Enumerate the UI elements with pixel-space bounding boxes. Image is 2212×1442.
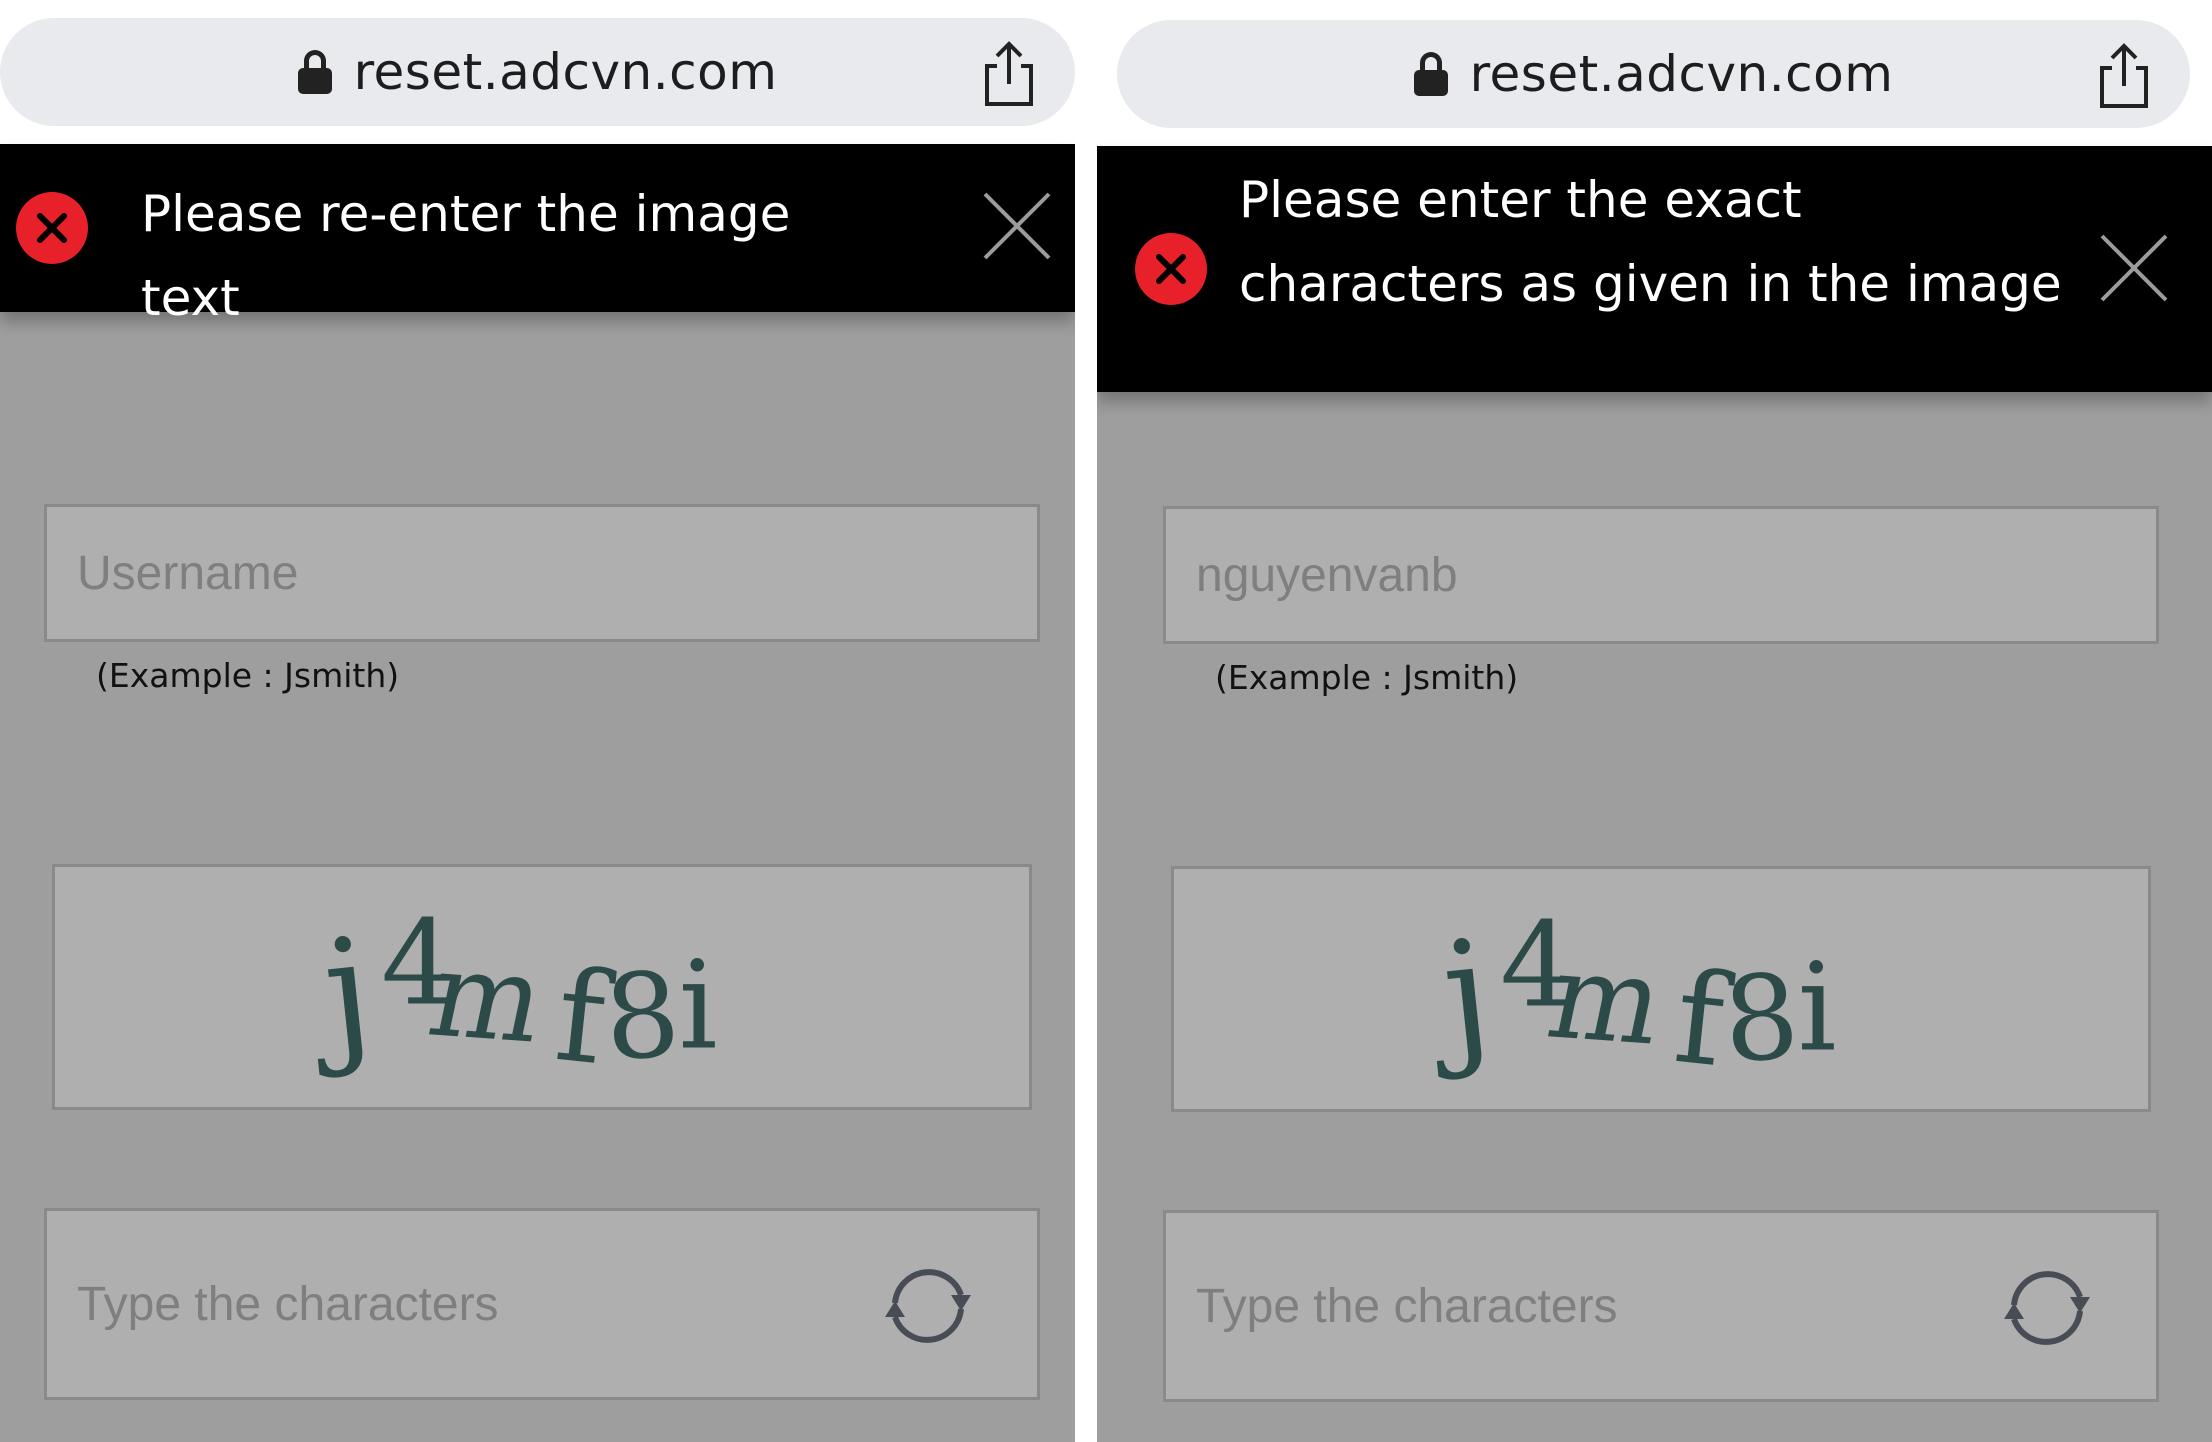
captcha-char: i	[1798, 936, 1837, 1078]
lock-icon	[297, 50, 332, 94]
close-icon[interactable]	[2100, 234, 2168, 302]
captcha-char: i	[679, 934, 718, 1076]
reset-page: Please re-enter the image text Username …	[0, 144, 1075, 1442]
refresh-icon[interactable]	[1992, 1253, 2102, 1363]
username-hint: (Example : Jsmith)	[96, 656, 400, 695]
captcha-input-field[interactable]: Type the characters	[1163, 1210, 2159, 1402]
address-bar[interactable]: reset.adcvn.com	[1117, 20, 2190, 128]
url-text[interactable]: reset.adcvn.com	[354, 43, 778, 101]
address-bar[interactable]: reset.adcvn.com	[0, 18, 1075, 126]
share-icon[interactable]	[2094, 42, 2154, 110]
captcha-image: j 4 m f 8 i	[52, 864, 1032, 1110]
username-hint: (Example : Jsmith)	[1215, 658, 1519, 697]
reset-page: Please enter the exact characters as giv…	[1097, 146, 2212, 1442]
lock-icon	[1413, 52, 1448, 96]
captcha-char: 8	[600, 946, 684, 1088]
error-banner: Please re-enter the image text	[0, 144, 1075, 327]
error-banner: Please enter the exact characters as giv…	[1097, 146, 2212, 392]
username-input[interactable]: Username	[77, 507, 1007, 639]
captcha-char: 8	[1719, 948, 1803, 1090]
url-text[interactable]: reset.adcvn.com	[1470, 45, 1894, 103]
error-icon	[16, 192, 88, 264]
captcha-input[interactable]: Type the characters	[77, 1211, 1007, 1397]
error-icon	[1135, 233, 1207, 305]
screenshot-right: reset.adcvn.com Please enter the exact c…	[1097, 0, 2212, 1442]
screenshot-left: reset.adcvn.com Please re-enter the imag…	[0, 0, 1075, 1442]
error-message: Please re-enter the image text	[141, 185, 791, 327]
captcha-char: j	[301, 906, 379, 1082]
captcha-input-field[interactable]: Type the characters	[44, 1208, 1040, 1400]
refresh-icon[interactable]	[873, 1251, 983, 1361]
captcha-image: j 4 m f 8 i	[1171, 866, 2151, 1112]
username-field[interactable]: Username	[44, 504, 1040, 642]
error-message: Please enter the exact characters as giv…	[1239, 171, 2062, 313]
username-field[interactable]: nguyenvanb	[1163, 506, 2159, 644]
share-icon[interactable]	[979, 40, 1039, 108]
close-icon[interactable]	[983, 192, 1051, 260]
username-input[interactable]: nguyenvanb	[1196, 509, 2126, 641]
captcha-input[interactable]: Type the characters	[1196, 1213, 2126, 1399]
captcha-char: j	[1420, 908, 1498, 1084]
